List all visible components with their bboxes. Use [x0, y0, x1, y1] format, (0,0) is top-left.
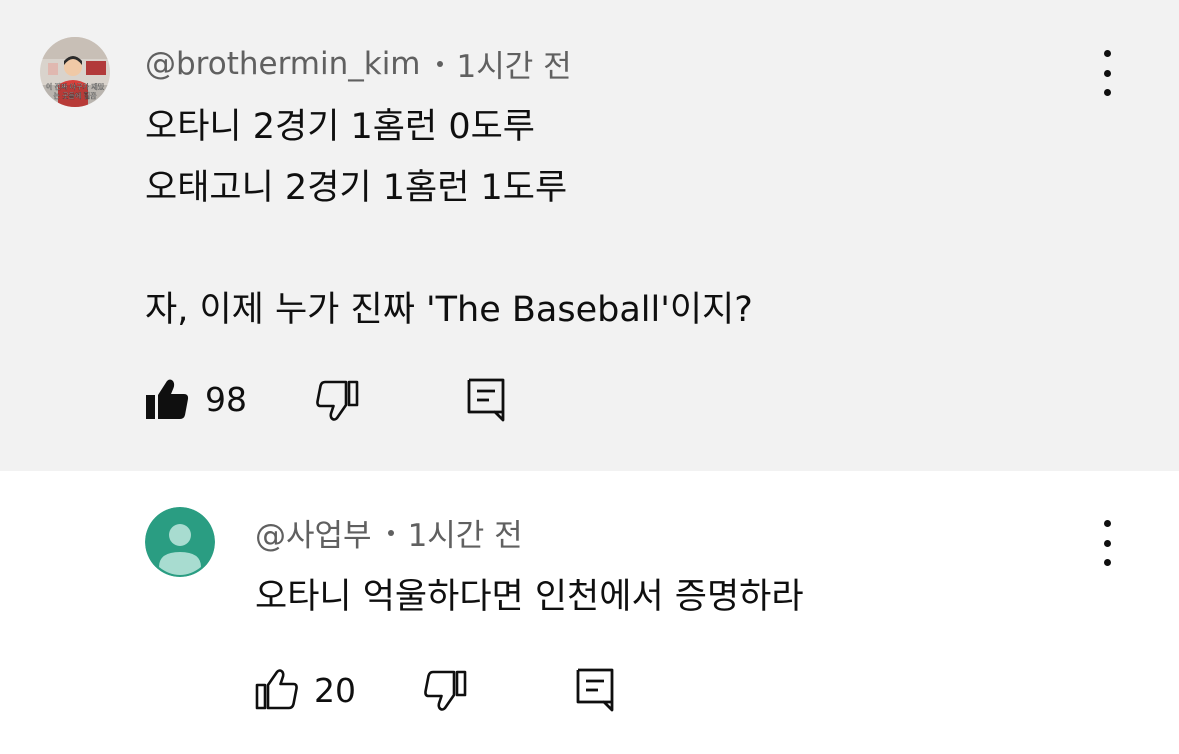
like-count: 98 [205, 380, 247, 419]
separator-dot-icon [387, 529, 394, 536]
comment-highlighted: 이 진짜 야구가 재밌 는 곳들에 힐끔 @brothermin_kim 1시간… [0, 0, 1179, 471]
thumbs-down-outline-icon [316, 380, 359, 421]
username[interactable]: @사업부 [255, 510, 372, 555]
more-options-icon[interactable] [1092, 520, 1122, 566]
like-button[interactable] [145, 378, 189, 424]
thumbs-down-outline-icon [424, 670, 467, 711]
dislike-button[interactable] [315, 380, 359, 426]
more-options-icon[interactable] [1092, 50, 1122, 96]
like-button[interactable] [255, 668, 299, 714]
timestamp[interactable]: 1시간 전 [457, 41, 572, 86]
comment-meta: @사업부 1시간 전 [255, 510, 523, 555]
thumbs-up-filled-icon [146, 379, 189, 419]
avatar-caption-1: 이 진짜 야구가 재밌 [46, 82, 105, 91]
photo-avatar-icon[interactable]: 이 진짜 야구가 재밌 는 곳들에 힐끔 [40, 37, 110, 107]
reply-comment-icon [576, 668, 614, 712]
like-count: 20 [314, 671, 356, 710]
comment-meta: @brothermin_kim 1시간 전 [145, 41, 572, 86]
comment-text-line-1: 오타니 2경기 1홈런 0도루 [145, 107, 535, 147]
avatar-caption-2: 는 곳들에 힐끔 [53, 91, 97, 100]
comment-text-line-4: 자, 이제 누가 진짜 'The Baseball'이지? [145, 290, 753, 330]
thumbs-up-outline-icon [255, 669, 298, 710]
separator-dot-icon [436, 60, 443, 67]
dislike-button[interactable] [423, 670, 467, 716]
timestamp[interactable]: 1시간 전 [408, 510, 523, 555]
default-person-avatar-icon[interactable] [145, 507, 215, 577]
comment: @사업부 1시간 전 오타니 억울하다면 인천에서 증명하라 20 [0, 471, 1179, 754]
username[interactable]: @brothermin_kim [145, 46, 421, 82]
comment-text-line-1: 오타니 억울하다면 인천에서 증명하라 [255, 577, 804, 617]
reply-button[interactable] [576, 668, 614, 716]
reply-button[interactable] [467, 378, 505, 426]
reply-comment-icon [467, 378, 505, 422]
comment-text-line-2: 오태고니 2경기 1홈런 1도루 [145, 168, 568, 208]
